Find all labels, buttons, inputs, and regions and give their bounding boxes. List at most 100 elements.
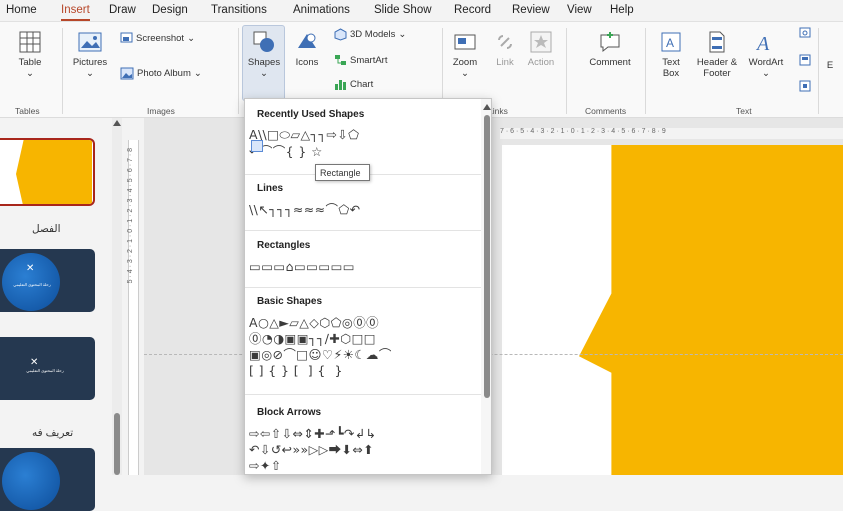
slide-thumbnail[interactable]: ✕ رحلة المحتوى التعليمي (0, 337, 95, 400)
shapes-label: Shapes (247, 57, 281, 68)
svg-text:A: A (666, 36, 674, 50)
text-box-button[interactable]: A Text Box (654, 30, 688, 79)
chart-icon (335, 80, 346, 90)
icons-button[interactable]: Icons (289, 30, 325, 68)
icons-icon (298, 33, 316, 48)
pictures-button[interactable]: Pictures ⌄ (70, 30, 110, 79)
vertical-ruler-numbers: 5 · 4 · 3 · 2 · 1 · 0 · 1 · 2 · 3 · 4 · … (127, 148, 134, 284)
menu-bar: Home Insert Draw Design Transitions Anim… (0, 0, 843, 22)
pictures-label: Pictures (72, 57, 108, 68)
chart-label: Chart (350, 79, 374, 90)
recent-shapes-row[interactable]: A\\□⬭▱△┐┐⇨⇩⬠ (249, 127, 481, 142)
tab-review[interactable]: Review (512, 4, 550, 16)
slides-panel-scrollbar[interactable] (112, 118, 122, 475)
tab-animations[interactable]: Animations (293, 4, 350, 16)
section-divider (245, 287, 481, 288)
recent-shapes-row[interactable]: ↶⌒⌒{ } ☆ (249, 144, 481, 159)
slide-hexagon-shape[interactable] (579, 145, 843, 475)
action-label: Action (527, 57, 555, 68)
group-label-comments: Comments (585, 106, 627, 116)
lines-heading: Lines (257, 183, 284, 194)
tab-design[interactable]: Design (152, 4, 188, 16)
scrollbar-thumb[interactable] (114, 413, 120, 475)
slide[interactable] (502, 145, 843, 475)
slide-thumbnail[interactable]: ✕ رحلة المحتوى التعليمي (0, 249, 95, 312)
lines-shapes-row[interactable]: \\↖┐┐┐≈≈≈⌒⬠↶ (249, 202, 481, 217)
photo-album-button[interactable]: Photo Album ⌄ (120, 67, 202, 80)
basic-shapes-row[interactable]: ⓪◔◑▣▣┐┐∕✚⬡□□ (249, 331, 481, 346)
tab-record[interactable]: Record (454, 4, 491, 16)
group-label-tables: Tables (15, 106, 40, 116)
wordart-button[interactable]: A WordArt ⌄ (745, 30, 787, 79)
header-footer-button[interactable]: Header & Footer (694, 30, 740, 79)
tab-transitions[interactable]: Transitions (211, 4, 267, 16)
comment-button[interactable]: Comment (582, 30, 638, 68)
3d-models-button[interactable]: 3D Models ⌄ (334, 28, 406, 41)
tab-help[interactable]: Help (610, 4, 634, 16)
tooltip: Rectangle (315, 164, 370, 181)
horizontal-ruler-numbers: 7 · 6 · 5 · 4 · 3 · 2 · 1 · 0 · 1 · 2 · … (500, 128, 666, 135)
thumbnail-text: رحلة المحتوى التعليمي (26, 368, 64, 373)
scroll-up-arrow-icon[interactable] (483, 104, 491, 110)
photo-album-icon (120, 67, 134, 80)
tab-home[interactable]: Home (6, 4, 37, 16)
object-icon[interactable] (799, 80, 811, 92)
table-button[interactable]: Table ⌄ (12, 30, 48, 79)
tab-insert[interactable]: Insert (61, 4, 90, 21)
group-separator (566, 28, 567, 114)
screenshot-label: Screenshot (136, 32, 185, 44)
horizontal-ruler: 7 · 6 · 5 · 4 · 3 · 2 · 1 · 0 · 1 · 2 · … (500, 128, 843, 139)
basic-shapes-row[interactable]: A○△►▱△◇⬡⬠◎⓪⓪ (249, 315, 481, 330)
action-button[interactable]: Action (524, 30, 558, 68)
zoom-icon (454, 34, 476, 50)
shapes-button[interactable]: Shapes ⌄ (243, 30, 285, 79)
symbols-button[interactable]: E (822, 60, 838, 71)
link-button[interactable]: Link (490, 30, 520, 68)
block-arrows-row[interactable]: ↶⇩↺↩»»▷▷⮕⬇⇔⬆ (249, 442, 481, 457)
tab-draw[interactable]: Draw (109, 4, 136, 16)
close-icon: ✕ (26, 263, 35, 274)
section-label[interactable]: الفصل (32, 223, 61, 235)
date-time-icon[interactable] (799, 26, 811, 38)
wordart-label: WordArt (748, 57, 784, 68)
link-icon (498, 35, 512, 49)
screenshot-button[interactable]: Screenshot ⌄ (120, 32, 195, 44)
close-icon: ✕ (30, 357, 39, 368)
chevron-down-icon: ⌄ (193, 68, 202, 79)
zoom-button[interactable]: Zoom ⌄ (448, 30, 482, 79)
basic-shapes-row[interactable]: [ ] { } [ ] { } (249, 363, 481, 378)
thumbnail-circle (2, 452, 60, 510)
block-arrows-row[interactable]: ⇨✦⇧ (249, 458, 481, 473)
slide-number-icon[interactable] (799, 54, 811, 66)
tab-view[interactable]: View (567, 4, 592, 16)
group-label-images: Images (147, 106, 175, 116)
basic-shapes-row[interactable]: ▣◎⊘⌒□☺♡⚡☀☾☁⌒ (249, 347, 481, 362)
block-arrows-heading: Block Arrows (257, 407, 322, 418)
symbols-label: E (826, 60, 834, 71)
rectangles-heading: Rectangles (257, 240, 311, 251)
basic-shapes-heading: Basic Shapes (257, 296, 323, 307)
recently-used-shapes-heading: Recently Used Shapes (257, 109, 365, 120)
slide-thumbnail-selected[interactable] (0, 138, 95, 206)
block-arrows-row[interactable]: ⇨⇦⇧⇩⇔⇕✚⬏┗↷↲↳ (249, 426, 481, 441)
comment-icon (600, 32, 620, 53)
shapes-icon (253, 31, 274, 52)
table-icon (19, 31, 41, 53)
comment-label: Comment (589, 57, 631, 68)
text-box-shape-hover[interactable] (251, 140, 263, 152)
dropdown-scrollbar[interactable] (481, 99, 491, 474)
link-label: Link (496, 57, 514, 68)
chart-button[interactable]: Chart (334, 78, 373, 91)
rectangles-shapes-row[interactable]: ▭▭▭⌂▭▭▭▭▭ (249, 259, 481, 274)
slide-thumbnail[interactable] (0, 448, 95, 511)
scroll-up-arrow-icon[interactable] (113, 120, 121, 126)
picture-icon (78, 32, 102, 52)
group-separator (238, 28, 239, 114)
tab-slide-show[interactable]: Slide Show (374, 4, 432, 16)
scrollbar-thumb[interactable] (484, 115, 490, 398)
section-label[interactable]: تعريف فه (32, 427, 73, 439)
icons-label: Icons (295, 57, 319, 68)
table-label: Table (18, 57, 42, 68)
thumbnail-text: رحلة المحتوى التعليمي (13, 282, 51, 287)
smartart-button[interactable]: SmartArt (334, 54, 387, 66)
